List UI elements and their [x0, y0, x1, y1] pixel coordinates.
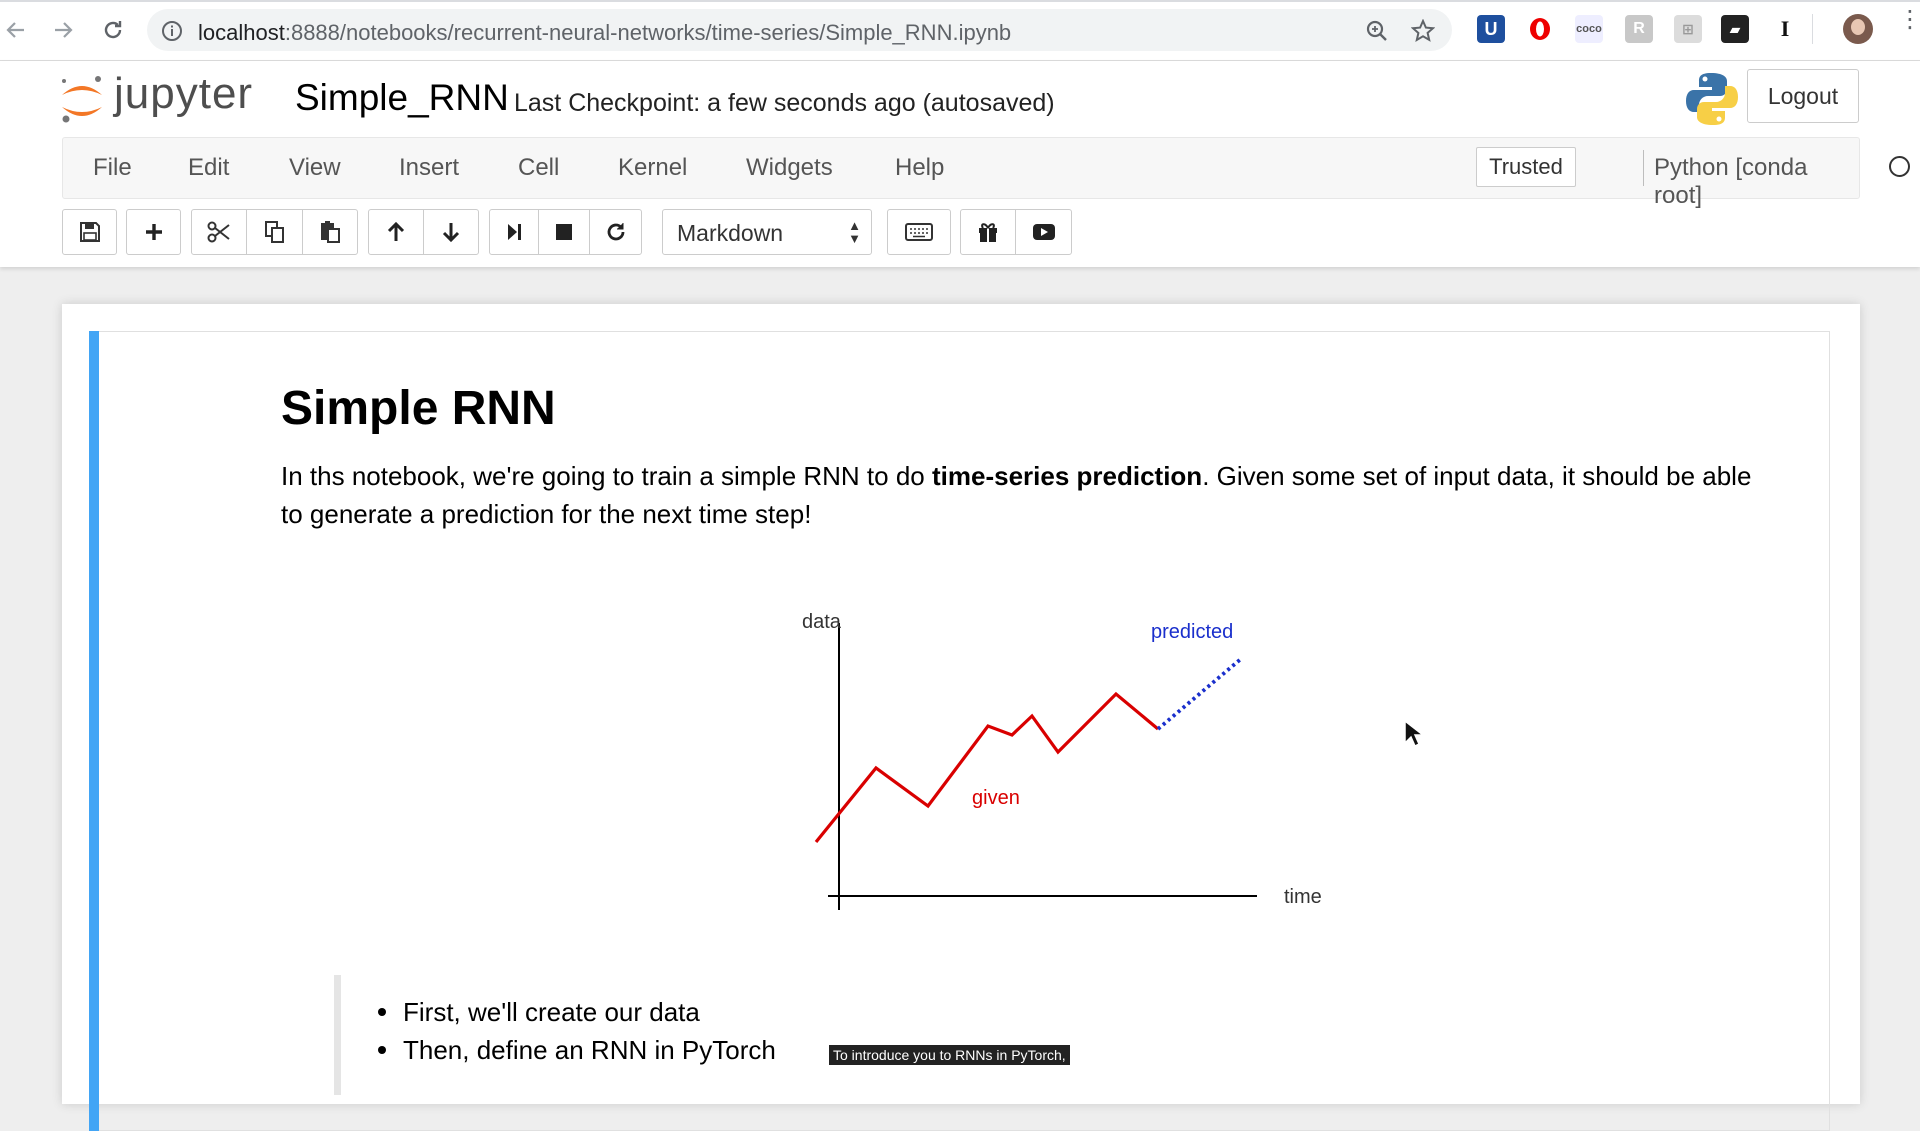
copy-icon — [264, 221, 284, 243]
arrow-down-icon — [442, 223, 460, 243]
gift-icon — [979, 223, 997, 242]
kernel-name[interactable]: Python [conda root] — [1654, 154, 1859, 210]
jupyter-logo-icon[interactable] — [58, 73, 106, 129]
keyboard-icon — [905, 223, 933, 241]
cell-heading: Simple RNN — [281, 382, 556, 435]
back-arrow-icon — [6, 22, 24, 38]
reload-button[interactable] — [99, 16, 127, 44]
menu-kernel[interactable]: Kernel — [618, 154, 687, 182]
reload-icon — [104, 21, 122, 39]
jupyter-logo-text[interactable]: jupyter — [114, 69, 253, 119]
url-text[interactable]: localhost:8888/notebooks/recurrent-neura… — [198, 20, 1011, 46]
gift-extension-button[interactable] — [960, 209, 1016, 255]
predicted-label: predicted — [1151, 621, 1233, 643]
x-axis-label: time — [1284, 886, 1322, 908]
cell-type-select[interactable]: Markdown ▲ ▼ — [662, 209, 872, 255]
cell-paragraph: In ths notebook, we're going to train a … — [281, 457, 1761, 533]
time-series-diagram: data time given predicted — [802, 611, 1322, 910]
logout-button[interactable]: Logout — [1747, 69, 1859, 123]
menu-help[interactable]: Help — [895, 154, 944, 182]
profile-avatar[interactable] — [1843, 14, 1873, 44]
list-item: First, we'll create our data — [378, 993, 776, 1031]
extension-coco-icon[interactable]: coco — [1575, 15, 1603, 43]
given-series-line — [814, 691, 1160, 844]
step-forward-icon — [508, 224, 521, 240]
list-item: Then, define an RNN in PyTorch — [378, 1031, 776, 1069]
extension-u-icon[interactable]: U — [1477, 15, 1505, 43]
interrupt-kernel-button[interactable] — [538, 209, 590, 255]
extension-clapper-icon[interactable]: ▰ — [1721, 15, 1749, 43]
kernel-idle-indicator-icon — [1889, 156, 1910, 177]
menu-file[interactable]: File — [93, 154, 132, 182]
menu-insert[interactable]: Insert — [399, 154, 459, 182]
cut-button[interactable] — [191, 209, 247, 255]
address-bar[interactable]: localhost:8888/notebooks/recurrent-neura… — [147, 9, 1452, 51]
move-up-button[interactable] — [368, 209, 424, 255]
restart-kernel-button[interactable] — [589, 209, 642, 255]
trusted-indicator[interactable]: Trusted — [1476, 147, 1576, 187]
clipboard-icon — [321, 221, 340, 243]
toolbar-divider — [1812, 14, 1813, 44]
list-item-text: First, we'll create our data — [403, 997, 700, 1027]
extension-box-icon[interactable]: ⊞ — [1674, 15, 1702, 43]
jupyter-header: jupyter Simple_RNN Last Checkpoint: a fe… — [0, 61, 1920, 267]
mouse-cursor-icon — [1404, 720, 1424, 748]
bullet-list: First, we'll create our data Then, defin… — [378, 993, 776, 1069]
move-down-button[interactable] — [423, 209, 479, 255]
restart-icon — [607, 223, 624, 241]
predicted-series-line — [1156, 656, 1244, 731]
slideshow-button[interactable] — [1015, 209, 1072, 255]
scissors-icon — [207, 221, 230, 243]
menu-edit[interactable]: Edit — [188, 154, 229, 182]
save-button[interactable] — [62, 209, 117, 255]
bookmark-star-icon[interactable] — [1411, 19, 1435, 43]
floppy-disk-icon — [79, 222, 100, 242]
list-item-text: Then, define an RNN in PyTorch — [403, 1035, 776, 1065]
y-axis-label: data — [802, 611, 842, 633]
paste-button[interactable] — [302, 209, 358, 255]
menu-cell[interactable]: Cell — [518, 154, 559, 182]
forward-button[interactable] — [49, 16, 77, 44]
browser-toolbar: localhost:8888/notebooks/recurrent-neura… — [0, 0, 1920, 61]
checkpoint-status: Last Checkpoint: a few seconds ago (auto… — [514, 89, 1055, 117]
command-palette-button[interactable] — [887, 209, 951, 255]
run-cell-button[interactable] — [489, 209, 539, 255]
copy-button[interactable] — [246, 209, 303, 255]
select-arrows-icon: ▲ ▼ — [848, 218, 861, 246]
notebook-name[interactable]: Simple_RNN — [295, 77, 509, 119]
menu-widgets[interactable]: Widgets — [746, 154, 833, 182]
zoom-icon[interactable] — [1365, 19, 1389, 43]
video-caption: To introduce you to RNNs in PyTorch, — [829, 1045, 1070, 1065]
extension-opera-icon[interactable] — [1526, 15, 1554, 43]
given-label: given — [972, 787, 1020, 809]
insert-cell-button[interactable] — [126, 209, 181, 255]
para-bold-text: time-series prediction — [931, 461, 1203, 491]
bullet-dot — [378, 1008, 386, 1016]
blockquote-border — [334, 975, 341, 1095]
para-text-before: In ths notebook, we're going to train a … — [281, 461, 932, 491]
extension-i-icon[interactable]: I — [1771, 15, 1799, 43]
browser-menu-icon[interactable]: ⋮ — [1898, 8, 1920, 32]
arrow-up-icon — [387, 221, 405, 241]
url-host: localhost — [198, 20, 285, 45]
extension-r-icon[interactable]: R — [1625, 15, 1653, 43]
tab-strip-edge — [0, 0, 1920, 2]
plus-icon — [145, 224, 162, 240]
url-path: :8888/notebooks/recurrent-neural-network… — [284, 20, 1012, 45]
back-button[interactable] — [2, 16, 30, 44]
menu-view[interactable]: View — [289, 154, 341, 182]
bullet-dot — [378, 1046, 386, 1054]
menu-bar: File Edit View Insert Cell Kernel Widget… — [62, 137, 1910, 209]
forward-arrow-icon — [55, 22, 73, 38]
stop-icon — [556, 224, 572, 240]
info-icon[interactable] — [161, 20, 183, 42]
youtube-play-icon — [1032, 224, 1055, 240]
python-logo-icon — [1686, 73, 1738, 125]
selected-cell-indicator — [89, 331, 99, 1131]
cell-type-value: Markdown — [677, 220, 784, 246]
kernel-separator — [1643, 150, 1644, 186]
